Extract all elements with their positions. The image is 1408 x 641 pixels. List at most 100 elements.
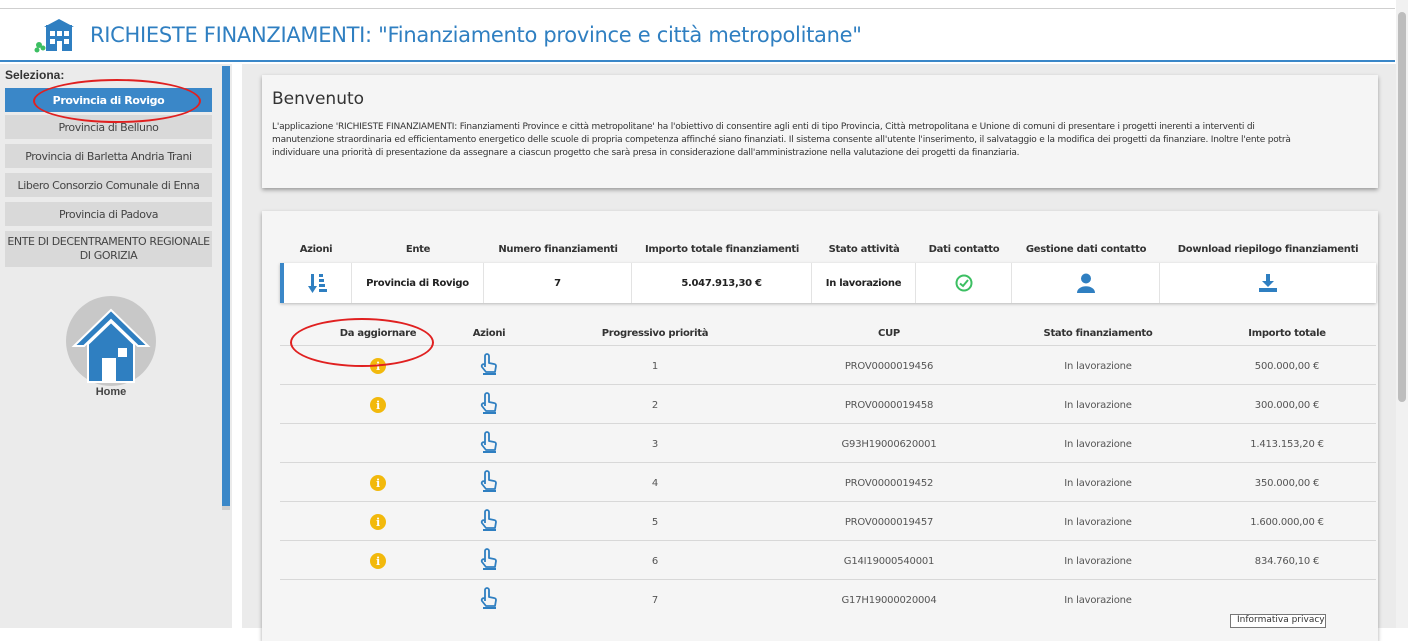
- stato-cell: In lavorazione: [812, 263, 916, 303]
- cup-cell: G17H19000020004: [841, 594, 937, 606]
- priority-cell: 7: [651, 594, 659, 606]
- numero-cell: 7: [484, 263, 632, 303]
- priority-cell: 2: [651, 399, 659, 411]
- action-button[interactable]: [448, 541, 530, 581]
- cup-cell: G14I19000540001: [843, 555, 935, 567]
- top-divider: [0, 8, 1395, 9]
- scrollbar-thumb[interactable]: [1398, 12, 1406, 402]
- importo-cell: 5.047.913,30 €: [632, 263, 812, 303]
- action-button[interactable]: [448, 502, 530, 542]
- status-cell: In lavorazione: [1064, 594, 1132, 606]
- summary-row: Provincia di Rovigo 7 5.047.913,30 € In …: [280, 263, 1376, 303]
- school-building-icon: [34, 17, 76, 53]
- privacy-link[interactable]: Informativa privacy: [1230, 614, 1326, 628]
- status-cell: In lavorazione: [1064, 438, 1132, 450]
- check-circle-icon: [955, 274, 972, 292]
- amount-cell: 500.000,00 €: [1254, 360, 1320, 372]
- user-icon: [1076, 273, 1095, 293]
- table-row: 3 G93H19000620001 In lavorazione 1.413.153,…: [280, 423, 1376, 463]
- amount-cell: 1.600.000,00 €: [1250, 516, 1324, 528]
- welcome-text: L'applicazione 'RICHIESTE FINANZIAMENTI:…: [272, 122, 1291, 158]
- status-cell: In lavorazione: [1064, 399, 1132, 411]
- status-cell: In lavorazione: [1064, 360, 1132, 372]
- sidebar-scrollbar-track: [222, 506, 230, 510]
- pointer-hand-icon[interactable]: [478, 430, 500, 458]
- annotation-circle-da-aggiornare: [290, 318, 434, 367]
- action-button[interactable]: [448, 424, 530, 464]
- action-button[interactable]: [448, 385, 530, 425]
- table-row: 7 G17H19000020004 In lavorazione: [280, 579, 1376, 619]
- info-icon[interactable]: i: [370, 397, 386, 413]
- page-scrollbar[interactable]: [1396, 0, 1408, 628]
- cup-cell: PROV0000019457: [844, 516, 934, 528]
- update-flag-cell: i: [308, 541, 448, 581]
- col-download: Download riepilogo finanziamenti: [1177, 243, 1359, 255]
- update-flag-cell: i: [308, 385, 448, 425]
- annotation-circle-rovigo: [33, 79, 201, 123]
- contact-status: [916, 263, 1012, 303]
- action-button[interactable]: [448, 463, 530, 503]
- priority-cell: 5: [651, 516, 659, 528]
- select-label: Seleziona:: [5, 68, 65, 82]
- pointer-hand-icon[interactable]: [478, 586, 500, 614]
- col-cup: CUP: [878, 327, 900, 339]
- info-icon[interactable]: i: [370, 514, 386, 530]
- sidebar-scrollbar[interactable]: [222, 66, 230, 506]
- pointer-hand-icon[interactable]: [478, 508, 500, 536]
- priority-cell: 6: [651, 555, 659, 567]
- ente-cell: Provincia di Rovigo: [352, 263, 484, 303]
- app-header: RICHIESTE FINANZIAMENTI: "Finanziamento …: [0, 10, 1395, 62]
- pointer-hand-icon[interactable]: [478, 352, 500, 380]
- home-icon: [71, 308, 151, 383]
- welcome-card: Benvenuto L'applicazione 'RICHIESTE FINA…: [262, 75, 1378, 188]
- col-numero: Numero finanziamenti: [498, 243, 618, 255]
- sidebar-item-provincia-di-barletta[interactable]: Provincia di Barletta Andria Trani: [5, 144, 212, 168]
- table-row: i 4 PROV0000019452 In lavorazione 350.000,00…: [280, 462, 1376, 502]
- home-label: Home: [95, 386, 127, 398]
- col-importo: Importo totale finanziamenti: [645, 243, 799, 255]
- priority-cell: 3: [651, 438, 659, 450]
- update-flag-cell: [308, 580, 448, 620]
- info-icon[interactable]: i: [370, 475, 386, 491]
- financing-card: Azioni Ente Numero finanziamenti Importo…: [262, 211, 1378, 641]
- col-azioni: Azioni: [299, 243, 333, 255]
- update-flag-cell: [308, 424, 448, 464]
- sort-button[interactable]: [284, 263, 352, 303]
- col-gestione: Gestione dati contatto: [1025, 243, 1147, 255]
- action-button[interactable]: [448, 346, 530, 386]
- main-content: Benvenuto L'applicazione 'RICHIESTE FINA…: [242, 64, 1396, 641]
- cup-cell: G93H19000620001: [841, 438, 937, 450]
- status-cell: In lavorazione: [1064, 477, 1132, 489]
- sort-desc-icon: [307, 274, 327, 293]
- pointer-hand-icon[interactable]: [478, 469, 500, 497]
- col-stato-finanziamento: Stato finanziamento: [1043, 327, 1153, 339]
- pointer-hand-icon[interactable]: [478, 547, 500, 575]
- download-summary-button[interactable]: [1160, 263, 1376, 303]
- info-icon[interactable]: i: [370, 553, 386, 569]
- table-row: i 6 G14I19000540001 In lavorazione 834.760,1…: [280, 540, 1376, 580]
- sidebar-item-provincia-di-padova[interactable]: Provincia di Padova: [5, 202, 212, 226]
- status-cell: In lavorazione: [1064, 516, 1132, 528]
- manage-contact-button[interactable]: [1012, 263, 1160, 303]
- home-button[interactable]: [66, 296, 156, 386]
- pointer-hand-icon[interactable]: [478, 391, 500, 419]
- cup-cell: PROV0000019452: [844, 477, 934, 489]
- table-row: i 5 PROV0000019457 In lavorazione 1.600.000,…: [280, 501, 1376, 541]
- sidebar-item-gorizia[interactable]: ENTE DI DECENTRAMENTO REGIONALE DI GORIZ…: [5, 231, 212, 267]
- table-row: i 1 PROV0000019456 In lavorazione 500.000,00…: [280, 345, 1376, 385]
- cup-cell: PROV0000019456: [844, 360, 934, 372]
- sidebar-item-enna[interactable]: Libero Consorzio Comunale di Enna: [5, 173, 212, 197]
- amount-cell: 350.000,00 €: [1254, 477, 1320, 489]
- status-cell: In lavorazione: [1064, 555, 1132, 567]
- col-importo-totale: Importo totale: [1248, 327, 1326, 339]
- col-priorita: Progressivo priorità: [601, 327, 709, 339]
- priority-cell: 1: [651, 360, 659, 372]
- update-flag-cell: i: [308, 502, 448, 542]
- col-ente: Ente: [405, 243, 431, 255]
- cup-cell: PROV0000019458: [844, 399, 934, 411]
- detail-header: Da aggiornare Azioni Progressivo priorit…: [280, 321, 1376, 345]
- col-dati-contatto: Dati contatto: [928, 243, 1000, 255]
- col-stato: Stato attività: [828, 243, 900, 255]
- action-button[interactable]: [448, 580, 530, 620]
- table-row: i 2 PROV0000019458 In lavorazione 300.000,00…: [280, 384, 1376, 424]
